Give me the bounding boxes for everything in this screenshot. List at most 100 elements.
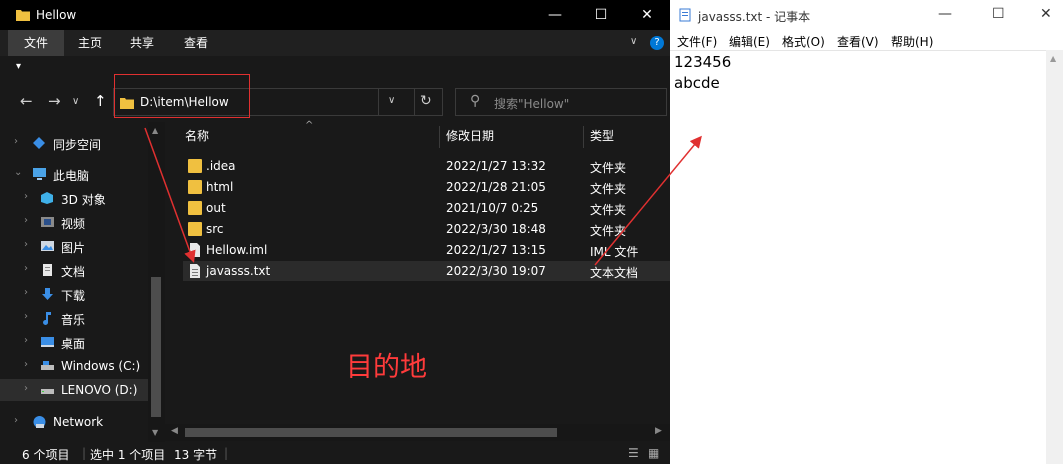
sidebar-item-desktop[interactable]: › 桌面 <box>0 331 148 353</box>
sidebar-item-network[interactable]: › Network <box>0 411 148 433</box>
customize-toolbar-icon[interactable]: ▾ <box>16 61 21 72</box>
sidebar-item-pictures[interactable]: › 图片 <box>0 235 148 257</box>
recent-dropdown-icon[interactable]: ∨ <box>72 96 79 107</box>
file-name: out <box>206 201 226 215</box>
text-file-icon <box>188 264 202 278</box>
notepad-titlebar[interactable]: javasss.txt - 记事本 — ☐ ✕ <box>670 0 1063 30</box>
file-type: 文本文档 <box>590 266 639 280</box>
video-icon <box>40 215 55 229</box>
sidebar-item-videos[interactable]: › 视频 <box>0 211 148 233</box>
chevron-right-icon[interactable]: › <box>24 383 28 394</box>
table-row[interactable]: .idea 2022/1/27 13:32 文件夹 <box>183 156 670 176</box>
navigation-scrollbar[interactable]: ▲ ▼ <box>148 122 165 442</box>
table-row[interactable]: javasss.txt 2022/3/30 19:07 文本文档 <box>183 261 670 281</box>
folder-icon <box>188 159 202 173</box>
chevron-right-icon[interactable]: › <box>24 215 28 226</box>
notepad-text-area[interactable]: 123456 abcde <box>670 50 1046 464</box>
table-row[interactable]: Hellow.iml 2022/1/27 13:15 IML 文件 <box>183 240 670 260</box>
close-button[interactable]: ✕ <box>624 0 670 30</box>
scroll-up-icon[interactable]: ▲ <box>1050 54 1056 63</box>
up-icon[interactable]: ↑ <box>94 92 107 110</box>
chevron-right-icon[interactable]: › <box>24 239 28 250</box>
tab-home[interactable]: 主页 <box>70 30 110 56</box>
desktop-icon <box>40 335 55 349</box>
navigation-pane: › 同步空间 ⌄ 此电脑 › 3D 对象 › 视频 › 图片 › 文档 › 下载… <box>0 122 165 442</box>
sidebar-item-this-pc[interactable]: ⌄ 此电脑 <box>0 163 148 185</box>
maximize-button[interactable]: ☐ <box>992 6 1005 22</box>
status-divider: | <box>82 446 87 460</box>
folder-icon <box>188 222 202 236</box>
notepad-title: javasss.txt - 记事本 <box>698 10 811 24</box>
column-header-type[interactable]: 类型 <box>590 122 614 150</box>
sidebar-item-label: LENOVO (D:) <box>61 383 138 397</box>
sidebar-item-sync[interactable]: › 同步空间 <box>0 132 148 154</box>
help-icon[interactable]: ? <box>650 36 664 50</box>
chevron-down-icon[interactable]: ⌄ <box>14 167 22 178</box>
chevron-right-icon[interactable]: › <box>24 311 28 322</box>
scroll-left-icon[interactable]: ◀ <box>171 426 178 436</box>
close-button[interactable]: ✕ <box>1040 6 1052 22</box>
sidebar-item-label: 此电脑 <box>53 169 90 183</box>
horizontal-scrollbar[interactable]: ◀ ▶ <box>165 424 670 441</box>
status-divider: | <box>224 446 229 460</box>
back-icon[interactable]: ← <box>20 92 33 110</box>
computer-icon <box>32 167 47 181</box>
scrollbar-thumb[interactable] <box>151 277 161 417</box>
scrollbar-thumb[interactable] <box>185 428 557 437</box>
download-icon <box>40 287 55 301</box>
table-row[interactable]: html 2022/1/28 21:05 文件夹 <box>183 177 670 197</box>
sidebar-item-documents[interactable]: › 文档 <box>0 259 148 281</box>
file-date: 2022/1/27 13:32 <box>446 159 546 173</box>
tab-view[interactable]: 查看 <box>176 30 216 56</box>
music-icon <box>40 311 55 325</box>
minimize-button[interactable]: — <box>532 0 578 30</box>
drive-icon <box>40 383 55 397</box>
chevron-right-icon[interactable]: › <box>24 191 28 202</box>
tab-share[interactable]: 共享 <box>122 30 162 56</box>
address-highlight-box <box>114 74 250 118</box>
ribbon-expand-icon[interactable]: ∨ <box>630 36 637 47</box>
file-date: 2021/10/7 0:25 <box>446 201 539 215</box>
address-dropdown-icon[interactable]: ∨ <box>388 95 395 106</box>
scroll-right-icon[interactable]: ▶ <box>655 426 662 436</box>
search-box[interactable]: ⚲ 搜索"Hellow" <box>455 88 667 116</box>
menu-file[interactable]: 文件(F) <box>677 33 717 50</box>
minimize-button[interactable]: — <box>938 6 952 22</box>
file-date: 2022/1/28 21:05 <box>446 180 546 194</box>
sidebar-item-label: 图片 <box>61 241 86 255</box>
chevron-right-icon[interactable]: › <box>14 415 18 426</box>
explorer-titlebar[interactable]: Hellow — ☐ ✕ <box>0 0 670 30</box>
column-header-name[interactable]: 名称 <box>185 122 209 150</box>
file-date: 2022/3/30 18:48 <box>446 222 546 236</box>
chevron-right-icon[interactable]: › <box>24 359 28 370</box>
chevron-right-icon[interactable]: › <box>24 287 28 298</box>
sidebar-item-downloads[interactable]: › 下载 <box>0 283 148 305</box>
sidebar-item-3d-objects[interactable]: › 3D 对象 <box>0 187 148 209</box>
chevron-right-icon[interactable]: › <box>24 335 28 346</box>
menu-edit[interactable]: 编辑(E) <box>729 33 770 50</box>
tab-file[interactable]: 文件 <box>8 30 64 56</box>
menu-format[interactable]: 格式(O) <box>782 33 825 50</box>
table-row[interactable]: out 2021/10/7 0:25 文件夹 <box>183 198 670 218</box>
maximize-button[interactable]: ☐ <box>578 0 624 30</box>
chevron-right-icon[interactable]: › <box>14 136 18 147</box>
refresh-icon[interactable]: ↻ <box>420 93 432 109</box>
menu-help[interactable]: 帮助(H) <box>891 33 933 50</box>
sidebar-item-music[interactable]: › 音乐 <box>0 307 148 329</box>
sidebar-item-drive-c[interactable]: › Windows (C:) <box>0 355 148 377</box>
details-view-icon[interactable]: ☰ <box>628 446 639 460</box>
column-divider[interactable] <box>439 126 440 148</box>
notepad-scrollbar[interactable]: ▲ <box>1046 50 1063 464</box>
sort-ascending-icon: ^ <box>305 120 314 131</box>
menu-view[interactable]: 查看(V) <box>837 33 879 50</box>
scroll-down-icon[interactable]: ▼ <box>152 428 158 437</box>
column-header-date[interactable]: 修改日期 <box>446 122 494 150</box>
table-row[interactable]: src 2022/3/30 18:48 文件夹 <box>183 219 670 239</box>
forward-icon[interactable]: → <box>48 92 61 110</box>
large-icons-view-icon[interactable]: ▦ <box>648 446 659 460</box>
sidebar-item-drive-d[interactable]: › LENOVO (D:) <box>0 379 148 401</box>
column-divider[interactable] <box>583 126 584 148</box>
scroll-up-icon[interactable]: ▲ <box>152 126 158 135</box>
cube-icon <box>40 191 55 205</box>
chevron-right-icon[interactable]: › <box>24 263 28 274</box>
